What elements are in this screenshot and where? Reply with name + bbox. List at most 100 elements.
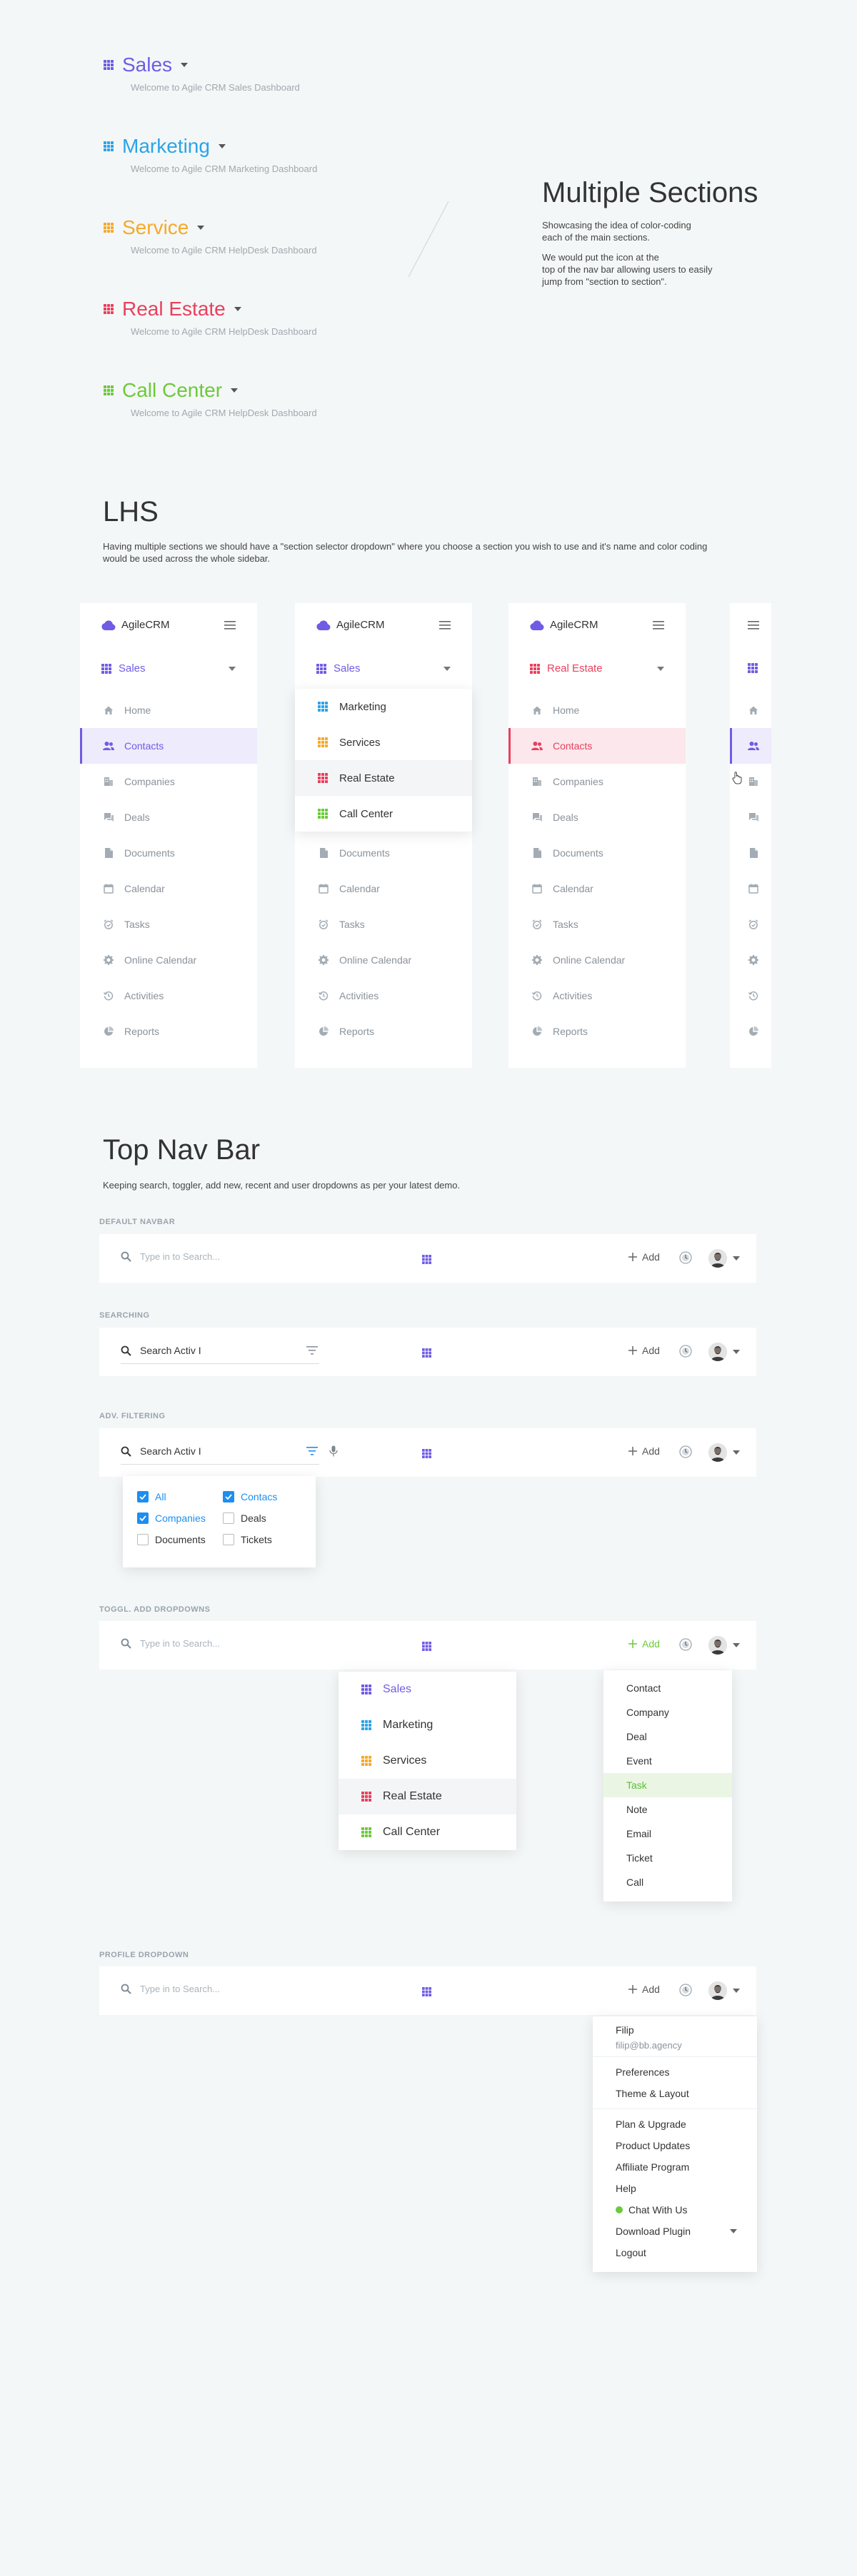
nav-dropdown-item-services[interactable]: Services <box>339 1743 516 1779</box>
search-box[interactable]: Search Activ I <box>121 1445 201 1457</box>
sidebar-item-reports[interactable]: Reports <box>295 1014 472 1049</box>
add-item-company[interactable]: Company <box>603 1700 732 1724</box>
profile-menu-item[interactable]: Plan & Upgrade <box>593 2113 757 2135</box>
sidebar-item-reports[interactable]: Reports <box>508 1014 686 1049</box>
sidebar-item-activities[interactable]: Activities <box>80 978 257 1014</box>
sidebar-item-calendar[interactable] <box>730 871 771 906</box>
sidebar-item-online-calendar[interactable]: Online Calendar <box>80 942 257 978</box>
filter-checkbox[interactable]: Tickets <box>223 1529 309 1550</box>
search-input[interactable]: Type in to Search... <box>140 1984 220 1994</box>
add-item-task[interactable]: Task <box>603 1773 732 1797</box>
search-input[interactable]: Search Activ I <box>140 1345 201 1356</box>
profile-menu-item[interactable]: Affiliate Program <box>593 2156 757 2178</box>
sidebar-item-reports[interactable]: Reports <box>80 1014 257 1049</box>
caret-down-icon[interactable] <box>733 1643 740 1647</box>
section-selector[interactable] <box>748 663 758 673</box>
sidebar-item-online-calendar[interactable] <box>730 942 771 978</box>
sidebar-item-documents[interactable]: Documents <box>508 835 686 871</box>
section-header-service[interactable]: Service Welcome to Agile CRM HelpDesk Da… <box>104 216 317 256</box>
sidebar-item-deals[interactable] <box>730 799 771 835</box>
caret-down-icon[interactable] <box>733 1350 740 1354</box>
section-header-realestate[interactable]: Real Estate Welcome to Agile CRM HelpDes… <box>104 298 317 337</box>
search-box[interactable]: Search Activ I <box>121 1345 201 1356</box>
hamburger-menu-icon[interactable] <box>439 621 451 630</box>
section-header-callcenter[interactable]: Call Center Welcome to Agile CRM HelpDes… <box>104 379 317 418</box>
add-item-ticket[interactable]: Ticket <box>603 1846 732 1870</box>
apps-grid-icon[interactable] <box>422 1449 431 1458</box>
sidebar-item-contacts[interactable]: Contacts <box>508 728 686 764</box>
add-button[interactable]: Add <box>628 1445 660 1457</box>
caret-down-icon[interactable] <box>197 226 205 230</box>
sidebar-item-tasks[interactable] <box>730 906 771 942</box>
add-item-contact[interactable]: Contact <box>603 1676 732 1700</box>
hamburger-menu-icon[interactable] <box>653 621 664 630</box>
avatar[interactable] <box>708 1636 727 1655</box>
filter-checkbox[interactable]: All <box>137 1486 223 1507</box>
sidebar-item-documents[interactable]: Documents <box>295 835 472 871</box>
apps-grid-icon[interactable] <box>422 1255 431 1264</box>
add-button[interactable]: Add <box>628 1345 660 1356</box>
add-button[interactable]: Add <box>628 1984 660 1995</box>
add-item-deal[interactable]: Deal <box>603 1724 732 1749</box>
sidebar-item-reports[interactable] <box>730 1014 771 1049</box>
sidebar-item-home[interactable]: Home <box>80 692 257 728</box>
search-input[interactable]: Type in to Search... <box>140 1251 220 1262</box>
sidebar-item-deals[interactable]: Deals <box>80 799 257 835</box>
search-box[interactable]: Type in to Search... <box>121 1984 220 1994</box>
section-selector[interactable]: Sales <box>316 662 451 675</box>
section-header-marketing[interactable]: Marketing Welcome to Agile CRM Marketing… <box>104 135 317 174</box>
section-selector[interactable]: Sales <box>101 662 236 675</box>
caret-down-icon[interactable] <box>218 144 226 148</box>
nav-dropdown-item-marketing[interactable]: Marketing <box>339 1707 516 1743</box>
sidebar-item-companies[interactable]: Companies <box>80 764 257 799</box>
sidebar-item-activities[interactable]: Activities <box>295 978 472 1014</box>
sidebar-item-calendar[interactable]: Calendar <box>295 871 472 906</box>
sidebar-item-activities[interactable]: Activities <box>508 978 686 1014</box>
sidebar-item-home[interactable]: Home <box>508 692 686 728</box>
logout-item[interactable]: Logout <box>593 2242 757 2263</box>
recent-icon[interactable] <box>678 1983 693 1997</box>
section-header-sales[interactable]: Sales Welcome to Agile CRM Sales Dashboa… <box>104 54 300 93</box>
sidebar-item-companies[interactable]: Companies <box>508 764 686 799</box>
sidebar-item-online-calendar[interactable]: Online Calendar <box>508 942 686 978</box>
recent-icon[interactable] <box>678 1251 693 1265</box>
microphone-icon[interactable] <box>329 1445 338 1457</box>
sidebar-item-documents[interactable] <box>730 835 771 871</box>
caret-down-icon[interactable] <box>733 1450 740 1455</box>
add-item-call[interactable]: Call <box>603 1870 732 1894</box>
sidebar-item-deals[interactable]: Deals <box>508 799 686 835</box>
apps-grid-icon[interactable] <box>422 1642 431 1651</box>
sidebar-item-calendar[interactable]: Calendar <box>80 871 257 906</box>
apps-grid-icon[interactable] <box>422 1987 431 1996</box>
add-button[interactable]: Add <box>628 1251 660 1263</box>
sidebar-item-tasks[interactable]: Tasks <box>295 906 472 942</box>
filter-icon[interactable] <box>306 1447 318 1455</box>
sidebar-item-online-calendar[interactable]: Online Calendar <box>295 942 472 978</box>
avatar[interactable] <box>708 1249 727 1268</box>
nav-dropdown-item-sales[interactable]: Sales <box>339 1672 516 1707</box>
search-box[interactable]: Type in to Search... <box>121 1638 220 1649</box>
caret-down-icon[interactable] <box>733 1256 740 1261</box>
sidebar-item-documents[interactable]: Documents <box>80 835 257 871</box>
profile-menu-item[interactable]: Theme & Layout <box>593 2083 757 2104</box>
section-selector[interactable]: Real Estate <box>530 662 664 675</box>
caret-down-icon[interactable] <box>181 63 189 67</box>
add-item-note[interactable]: Note <box>603 1797 732 1822</box>
profile-menu-item[interactable]: Help <box>593 2178 757 2199</box>
caret-down-icon[interactable] <box>234 307 241 311</box>
hamburger-menu-icon[interactable] <box>748 621 759 630</box>
avatar[interactable] <box>708 1443 727 1462</box>
apps-grid-icon[interactable] <box>422 1348 431 1358</box>
search-box[interactable]: Type in to Search... <box>121 1251 220 1262</box>
search-input[interactable]: Type in to Search... <box>140 1638 220 1649</box>
brand[interactable]: AgileCRM <box>530 619 598 631</box>
filter-icon[interactable] <box>306 1346 318 1355</box>
recent-icon[interactable] <box>678 1344 693 1358</box>
dropdown-item-services[interactable]: Services <box>295 724 472 760</box>
avatar[interactable] <box>708 1981 727 2000</box>
brand[interactable]: AgileCRM <box>316 619 385 631</box>
nav-dropdown-item-real-estate[interactable]: Real Estate <box>339 1779 516 1814</box>
filter-checkbox[interactable]: Contacs <box>223 1486 309 1507</box>
sidebar-item-contacts[interactable] <box>730 728 771 764</box>
sidebar-item-calendar[interactable]: Calendar <box>508 871 686 906</box>
